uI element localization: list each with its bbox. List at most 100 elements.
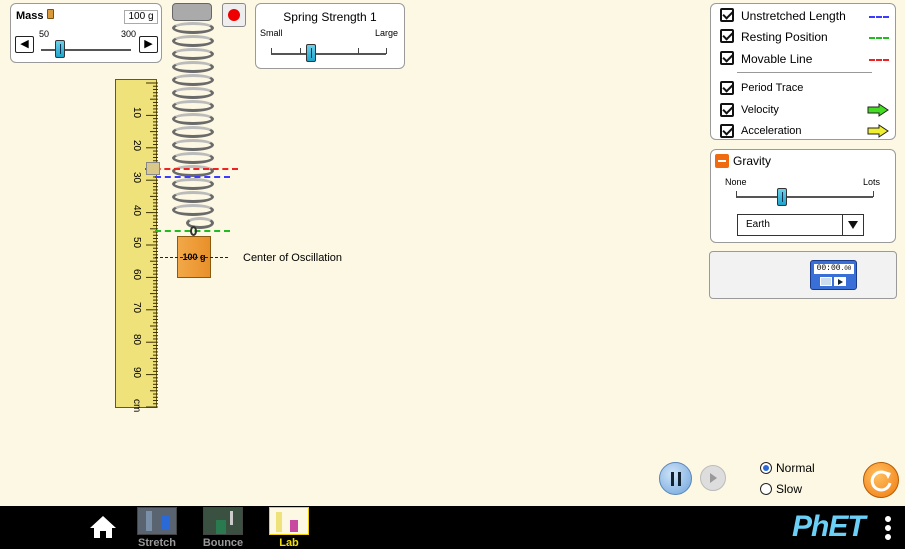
ruler-tick-label: 90 xyxy=(131,366,142,378)
gravity-slider-track xyxy=(736,196,873,198)
spring-coil xyxy=(172,61,214,73)
minus-icon xyxy=(718,160,726,162)
ruler-tick-label: 50 xyxy=(131,237,142,249)
ruler-tick-label: 40 xyxy=(131,204,142,216)
planet-select-value: Earth xyxy=(746,219,770,230)
ruler-tick-label: 10 xyxy=(131,107,142,119)
movable-line-handle[interactable] xyxy=(146,162,160,175)
period-trace-checkbox[interactable] xyxy=(720,81,734,95)
nav-bounce-button[interactable] xyxy=(203,507,243,535)
mass-hook xyxy=(190,226,197,236)
gravity-slider-thumb[interactable] xyxy=(777,188,787,206)
nav-stretch-label: Stretch xyxy=(138,537,176,549)
display-options-panel: Unstretched Length Resting Position Mova… xyxy=(710,3,896,140)
spring-slider-thumb[interactable] xyxy=(306,44,316,62)
mass-decrease-button[interactable]: ◀ xyxy=(15,36,34,53)
spring-coil xyxy=(172,100,214,112)
spring-tick xyxy=(300,48,301,54)
gravity-tick xyxy=(873,191,874,197)
movable-line-swatch xyxy=(869,59,889,61)
spring-min-label: Small xyxy=(260,28,283,38)
center-of-oscillation-label: Center of Oscillation xyxy=(243,252,343,264)
pause-button[interactable] xyxy=(659,462,692,495)
ruler[interactable]: 10 20 30 40 50 60 70 80 90 cm xyxy=(115,79,158,412)
planet-select[interactable]: Earth xyxy=(737,214,864,236)
movable-line-label: Movable Line xyxy=(741,52,813,66)
speed-normal-radio[interactable] xyxy=(760,462,772,474)
spring-coil xyxy=(172,152,214,164)
bounce-thumbnail-spring xyxy=(230,511,233,525)
home-icon[interactable] xyxy=(89,515,117,539)
ruler-tick-label: 60 xyxy=(131,269,142,281)
stopwatch-hundredths: .00 xyxy=(840,265,852,272)
nav-stretch-button[interactable] xyxy=(137,507,177,535)
mass-increase-button[interactable]: ▶ xyxy=(139,36,158,53)
step-button[interactable] xyxy=(700,465,726,491)
stopwatch[interactable]: 00:00.00 xyxy=(810,260,857,290)
ruler-tick-label: 80 xyxy=(131,334,142,346)
more-menu-icon[interactable] xyxy=(884,515,892,543)
unstretched-length-label: Unstretched Length xyxy=(741,9,846,23)
play-icon xyxy=(838,279,843,285)
spring-coil xyxy=(172,191,214,203)
velocity-arrow-icon xyxy=(867,103,889,117)
unstretched-length-line xyxy=(155,176,230,178)
phet-logo[interactable]: PhET xyxy=(792,510,866,544)
stopwatch-play-button[interactable] xyxy=(834,277,846,286)
display-panel-divider xyxy=(737,72,872,73)
mass-value-display: 100 g xyxy=(124,10,158,24)
spring-coil xyxy=(172,113,214,125)
stopwatch-readout: 00:00.00 xyxy=(814,264,854,274)
spring-slider-track xyxy=(271,53,386,55)
stretch-thumbnail-weight xyxy=(162,516,170,530)
pause-icon xyxy=(671,472,674,486)
speed-slow-label: Slow xyxy=(776,482,803,496)
velocity-checkbox[interactable] xyxy=(720,103,734,117)
resting-position-checkbox[interactable] xyxy=(720,29,734,43)
ruler-tick-label: 20 xyxy=(131,139,142,151)
ruler-tick-label: 70 xyxy=(131,301,142,313)
spring-coil xyxy=(172,48,214,60)
spring-coil xyxy=(172,139,214,151)
spring-coil xyxy=(172,35,214,47)
spring-coil xyxy=(172,204,214,216)
gravity-panel: Gravity None Lots Earth xyxy=(710,149,896,243)
resting-position-swatch xyxy=(869,37,889,39)
resting-position-label: Resting Position xyxy=(741,30,828,44)
stopwatch-time: 00:00 xyxy=(816,264,841,273)
acceleration-checkbox[interactable] xyxy=(720,124,734,138)
spring-max-label: Large xyxy=(375,28,399,38)
spring-tick xyxy=(386,48,387,54)
reset-icon xyxy=(870,470,892,492)
acceleration-label: Acceleration xyxy=(741,125,802,137)
record-button[interactable] xyxy=(222,3,246,27)
navigation-bar: Stretch Bounce Lab PhET xyxy=(0,506,905,549)
velocity-label: Velocity xyxy=(741,104,779,116)
spring-coil xyxy=(172,87,214,99)
spring-strength-title: Spring Strength 1 xyxy=(283,10,377,24)
mass-slider-thumb[interactable] xyxy=(55,40,65,58)
spring-coil xyxy=(172,126,214,138)
record-icon xyxy=(228,9,240,21)
radio-dot xyxy=(763,465,769,471)
gravity-tick xyxy=(736,191,737,197)
unstretched-length-checkbox[interactable] xyxy=(720,8,734,22)
chevron-down-icon xyxy=(848,221,858,229)
spring-tick xyxy=(271,48,272,54)
nav-bounce-label: Bounce xyxy=(202,537,244,549)
nav-lab-button[interactable] xyxy=(269,507,309,535)
gravity-title: Gravity xyxy=(733,154,772,168)
spring-tick xyxy=(358,48,359,54)
ruler-tick-label: cm xyxy=(131,399,142,413)
movable-line-checkbox[interactable] xyxy=(720,51,734,65)
ruler-tick-label: 30 xyxy=(131,172,142,184)
spring-coil xyxy=(172,22,214,34)
gravity-collapse-button[interactable] xyxy=(715,154,729,168)
nav-lab-label: Lab xyxy=(279,537,299,549)
center-of-oscillation-line xyxy=(155,257,228,258)
lab-thumbnail-weight xyxy=(290,520,298,532)
lab-thumbnail-ruler xyxy=(276,512,282,532)
speed-slow-radio[interactable] xyxy=(760,483,772,495)
reset-all-button[interactable] xyxy=(863,462,899,498)
stopwatch-reset-button[interactable] xyxy=(820,277,832,286)
